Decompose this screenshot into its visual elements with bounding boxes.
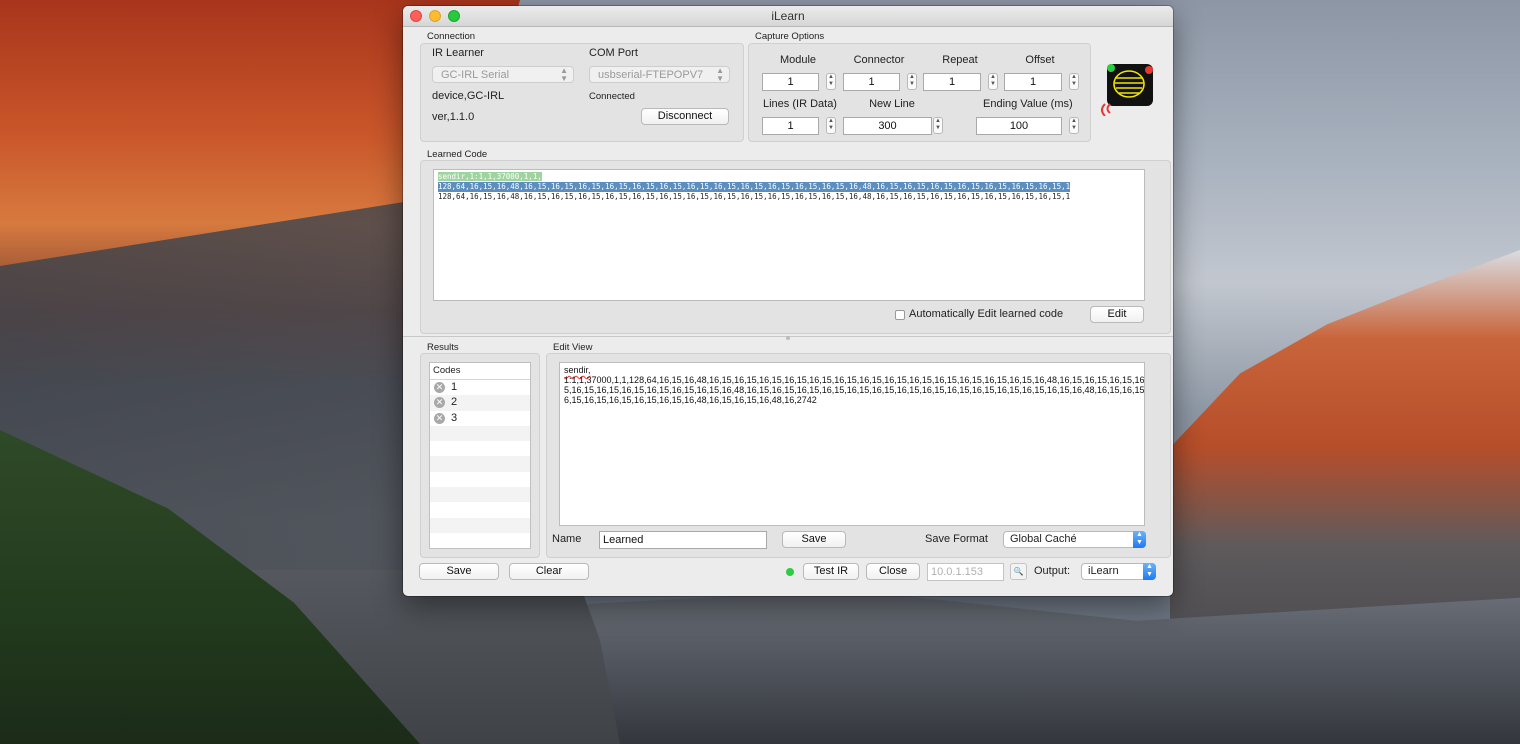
lines-label: Lines (IR Data) bbox=[763, 98, 837, 110]
close-button[interactable]: Close bbox=[866, 563, 920, 580]
empty-row bbox=[430, 425, 530, 442]
capture-options-section-label: Capture Options bbox=[755, 31, 825, 42]
remove-code-icon[interactable]: ✕ bbox=[434, 412, 445, 424]
window-title: iLearn bbox=[771, 9, 805, 23]
learned-code-panel: sendir,1:1,1,37000,1,1, 128,64,16,15,16,… bbox=[420, 160, 1171, 334]
code-number: 3 bbox=[451, 411, 458, 424]
com-port-label: COM Port bbox=[589, 47, 638, 59]
auto-edit-label: Automatically Edit learned code bbox=[909, 308, 1064, 320]
edit-button[interactable]: Edit bbox=[1090, 306, 1144, 323]
capture-options-panel: Module Connector Repeat Offset 1 ▲ ▼ 1 ▲ ▼… bbox=[748, 43, 1091, 142]
ir-learner-select-value: GC-IRL Serial bbox=[441, 69, 510, 81]
empty-row bbox=[430, 502, 530, 517]
name-field[interactable]: Learned bbox=[599, 531, 767, 549]
output-label: Output: bbox=[1034, 565, 1071, 577]
status-led-icon bbox=[786, 568, 794, 576]
output-select[interactable]: iLearn ▲ ▼ bbox=[1081, 563, 1156, 580]
learned-code-textarea[interactable]: sendir,1:1,1,37000,1,1, 128,64,16,15,16,… bbox=[433, 169, 1145, 301]
ip-address-field[interactable]: 10.0.1.153 bbox=[927, 563, 1004, 581]
code-row[interactable]: ✕ 1 bbox=[430, 380, 530, 395]
repeat-stepper[interactable]: ▲ ▼ bbox=[988, 73, 998, 90]
name-label: Name bbox=[552, 533, 582, 545]
version-info: ver,1.1.0 bbox=[432, 111, 475, 123]
disconnect-button[interactable]: Disconnect bbox=[641, 108, 729, 125]
title-bar[interactable]: iLearn bbox=[403, 6, 1173, 27]
ilearn-window: iLearn Connection IR Learner COM Port GC… bbox=[403, 6, 1173, 596]
results-save-button[interactable]: Save bbox=[419, 563, 499, 580]
learned-code-line-1: sendir,1:1,1,37000,1,1, bbox=[438, 172, 542, 181]
results-section-label: Results bbox=[427, 342, 459, 353]
module-field[interactable]: 1 bbox=[762, 73, 819, 91]
com-port-select-value: usbserial-FTEPOPV7 bbox=[598, 69, 704, 81]
search-icon[interactable]: 🔍 bbox=[1010, 563, 1027, 580]
code-number: 2 bbox=[451, 396, 458, 409]
offset-field[interactable]: 1 bbox=[1004, 73, 1062, 91]
edit-code-line-1: sendir, bbox=[564, 365, 591, 375]
learned-code-line-2: 128,64,16,15,16,48,16,15,16,15,16,15,16,… bbox=[438, 182, 1071, 192]
remove-code-icon[interactable]: ✕ bbox=[434, 397, 445, 409]
auto-edit-checkbox[interactable] bbox=[895, 310, 905, 320]
edit-code-line-4: 6,15,16,15,16,15,16,15,16,15,16,48,16,15… bbox=[564, 395, 817, 405]
new-line-stepper[interactable]: ▲ ▼ bbox=[933, 117, 943, 134]
empty-row bbox=[430, 517, 530, 533]
edit-view-section-label: Edit View bbox=[553, 342, 593, 353]
lines-stepper[interactable]: ▲ ▼ bbox=[826, 117, 836, 134]
test-ir-button[interactable]: Test IR bbox=[803, 563, 859, 580]
edit-view-panel: sendir, 1:1,1,37000,1,1,128,64,16,15,16,… bbox=[546, 353, 1171, 558]
connector-label: Connector bbox=[853, 54, 905, 66]
offset-stepper[interactable]: ▲ ▼ bbox=[1069, 73, 1079, 90]
results-clear-button[interactable]: Clear bbox=[509, 563, 589, 580]
connector-field[interactable]: 1 bbox=[843, 73, 900, 91]
code-number: 1 bbox=[451, 381, 458, 393]
new-line-field[interactable]: 300 bbox=[843, 117, 932, 135]
edit-code-line-2: 1:1,1,37000,1,1,128,64,16,15,16,48,16,15… bbox=[564, 375, 1145, 385]
empty-row bbox=[430, 533, 530, 548]
ir-learner-select[interactable]: GC-IRL Serial ▲ ▼ bbox=[432, 66, 574, 83]
code-row[interactable]: ✕ 3 bbox=[430, 411, 530, 426]
repeat-label: Repeat bbox=[942, 54, 978, 66]
repeat-field[interactable]: 1 bbox=[923, 73, 981, 91]
updown-chevron-icon: ▲ ▼ bbox=[716, 66, 724, 83]
offset-label: Offset bbox=[1025, 54, 1055, 66]
save-format-value: Global Caché bbox=[1010, 533, 1077, 545]
ending-value-field[interactable]: 100 bbox=[976, 117, 1062, 135]
updown-chevron-icon: ▲ ▼ bbox=[560, 66, 568, 83]
ip-address-placeholder: 10.0.1.153 bbox=[931, 566, 983, 578]
com-port-select[interactable]: usbserial-FTEPOPV7 ▲ ▼ bbox=[589, 66, 730, 83]
ir-learner-label: IR Learner bbox=[432, 47, 484, 59]
module-label: Module bbox=[779, 54, 817, 66]
edit-code-line-3: 5,16,15,16,15,16,15,16,15,16,15,16,15,16… bbox=[564, 385, 1145, 395]
ending-value-label: Ending Value (ms) bbox=[983, 98, 1073, 110]
lines-field[interactable]: 1 bbox=[762, 117, 819, 135]
device-info: device,GC-IRL bbox=[432, 90, 505, 102]
save-format-select[interactable]: Global Caché ▲ ▼ bbox=[1003, 531, 1146, 548]
updown-chevron-icon: ▲ ▼ bbox=[1143, 563, 1156, 580]
module-stepper[interactable]: ▲ ▼ bbox=[826, 73, 836, 90]
global-cache-logo bbox=[1097, 60, 1153, 117]
empty-row bbox=[430, 472, 530, 487]
empty-row bbox=[430, 487, 530, 503]
output-value: iLearn bbox=[1088, 565, 1119, 577]
edit-save-button[interactable]: Save bbox=[782, 531, 846, 548]
new-line-label: New Line bbox=[869, 98, 915, 110]
codes-column-header[interactable]: Codes bbox=[430, 363, 530, 380]
save-format-label: Save Format bbox=[925, 533, 988, 545]
connection-panel: IR Learner COM Port GC-IRL Serial ▲ ▼ usb… bbox=[420, 43, 744, 142]
connector-stepper[interactable]: ▲ ▼ bbox=[907, 73, 917, 90]
learned-code-line-3: 128,64,16,15,16,48,16,15,16,15,16,15,16,… bbox=[438, 192, 1071, 201]
empty-row bbox=[430, 456, 530, 472]
learned-code-section-label: Learned Code bbox=[427, 149, 488, 160]
remove-code-icon[interactable]: ✕ bbox=[434, 382, 445, 393]
edit-view-textarea[interactable]: sendir, 1:1,1,37000,1,1,128,64,16,15,16,… bbox=[559, 362, 1145, 526]
connection-status: Connected bbox=[589, 91, 635, 102]
connection-section-label: Connection bbox=[427, 31, 476, 42]
code-row[interactable]: ✕ 2 bbox=[430, 395, 530, 411]
ending-value-stepper[interactable]: ▲ ▼ bbox=[1069, 117, 1079, 134]
empty-row bbox=[430, 441, 530, 456]
split-handle-icon[interactable] bbox=[786, 336, 790, 340]
updown-chevron-icon: ▲ ▼ bbox=[1133, 531, 1146, 548]
codes-table[interactable]: Codes ✕ 1 ✕ 2 ✕ 3 bbox=[429, 362, 531, 549]
results-panel: Codes ✕ 1 ✕ 2 ✕ 3 bbox=[420, 353, 540, 558]
